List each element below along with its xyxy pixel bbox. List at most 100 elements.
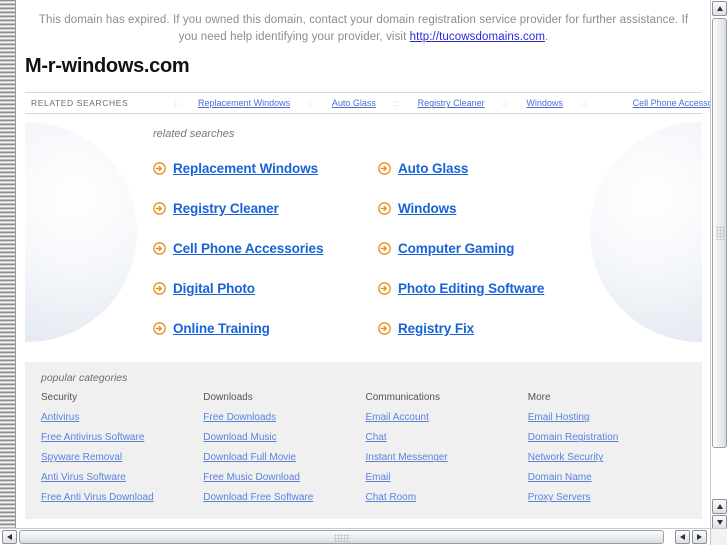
related-search-item[interactable]: Windows bbox=[378, 188, 702, 228]
related-search-link-online-training[interactable]: Online Training bbox=[173, 321, 270, 336]
related-search-item[interactable]: Photo Editing Software bbox=[378, 268, 702, 308]
category-link-free-downloads[interactable]: Free Downloads bbox=[201, 412, 363, 423]
arrow-circle-right-icon bbox=[378, 162, 391, 175]
arrow-circle-right-icon bbox=[378, 282, 391, 295]
related-search-item[interactable]: Digital Photo bbox=[153, 268, 378, 308]
scroll-up-arrow-icon bbox=[716, 504, 723, 509]
nav-link-registry-cleaner[interactable]: Registry Cleaner bbox=[418, 98, 485, 108]
related-search-link-registry-cleaner[interactable]: Registry Cleaner bbox=[173, 201, 279, 216]
related-search-item[interactable]: Registry Cleaner bbox=[153, 188, 378, 228]
scroll-left-arrow-icon bbox=[680, 534, 685, 540]
category-link-chat[interactable]: Chat bbox=[364, 432, 526, 443]
scrollbar-grip-icon bbox=[716, 226, 725, 240]
related-search-link-computer-gaming[interactable]: Computer Gaming bbox=[398, 241, 514, 256]
category-link-free-anti-virus-download[interactable]: Free Anti Virus Download bbox=[39, 492, 201, 503]
category-link-free-music-download[interactable]: Free Music Download bbox=[201, 472, 363, 483]
category-link-email-hosting[interactable]: Email Hosting bbox=[526, 412, 688, 423]
category-link-domain-name[interactable]: Domain Name bbox=[526, 472, 688, 483]
vertical-scrollbar-thumb[interactable] bbox=[712, 18, 727, 448]
related-searches-caption: related searches bbox=[153, 128, 235, 141]
category-link-domain-registration[interactable]: Domain Registration bbox=[526, 432, 688, 443]
related-searches-bar: RELATED SEARCHES :: Replacement Windows … bbox=[25, 92, 710, 115]
category-link-instant-messenger[interactable]: Instant Messenger bbox=[364, 452, 526, 463]
scroll-left-button[interactable] bbox=[2, 530, 17, 544]
page-content: This domain has expired. If you owned th… bbox=[17, 0, 710, 525]
page-viewport: This domain has expired. If you owned th… bbox=[17, 0, 710, 525]
scroll-up-button-lower[interactable] bbox=[712, 499, 727, 514]
category-heading: Communications bbox=[365, 392, 440, 404]
category-link-chat-room[interactable]: Chat Room bbox=[364, 492, 526, 503]
nav-link-replacement-windows[interactable]: Replacement Windows bbox=[198, 98, 290, 108]
nav-separator: :: bbox=[174, 98, 181, 109]
arrow-circle-right-icon bbox=[153, 282, 166, 295]
category-link-download-full-movie[interactable]: Download Full Movie bbox=[201, 452, 363, 463]
arrow-circle-right-icon bbox=[153, 322, 166, 335]
category-link-download-music[interactable]: Download Music bbox=[201, 432, 363, 443]
related-search-link-windows[interactable]: Windows bbox=[398, 201, 457, 216]
scroll-right-arrow-icon bbox=[697, 534, 702, 540]
popular-categories-caption: popular categories bbox=[41, 372, 128, 385]
related-searches-section: related searches Replacement Windows Aut… bbox=[25, 114, 702, 354]
arrow-circle-right-icon bbox=[378, 242, 391, 255]
related-search-link-registry-fix[interactable]: Registry Fix bbox=[398, 321, 474, 336]
category-heading: Security bbox=[41, 392, 78, 404]
related-searches-grid: Replacement Windows Auto Glass Registry … bbox=[153, 148, 702, 348]
popular-categories-grid: Security Antivirus Free Antivirus Softwa… bbox=[39, 392, 688, 503]
category-link-email[interactable]: Email bbox=[364, 472, 526, 483]
window-resize-corner[interactable] bbox=[710, 528, 727, 545]
nav-link-windows[interactable]: Windows bbox=[526, 98, 563, 108]
browser-window: This domain has expired. If you owned th… bbox=[0, 0, 727, 545]
related-search-item[interactable]: Registry Fix bbox=[378, 308, 702, 348]
left-edge-texture-strip bbox=[0, 0, 16, 531]
nav-link-auto-glass[interactable]: Auto Glass bbox=[332, 98, 376, 108]
notice-text-before: This domain has expired. If you owned th… bbox=[38, 14, 689, 43]
popular-categories-panel: popular categories Security Antivirus Fr… bbox=[25, 362, 702, 520]
vertical-scrollbar[interactable] bbox=[710, 0, 727, 531]
related-searches-label: RELATED SEARCHES bbox=[31, 98, 129, 109]
category-heading: Downloads bbox=[203, 392, 253, 404]
category-link-free-antivirus-software[interactable]: Free Antivirus Software bbox=[39, 432, 201, 443]
scroll-down-arrow-icon bbox=[716, 520, 723, 525]
category-link-spyware-removal[interactable]: Spyware Removal bbox=[39, 452, 201, 463]
related-search-link-replacement-windows[interactable]: Replacement Windows bbox=[173, 161, 318, 176]
scroll-up-arrow-icon bbox=[716, 6, 723, 11]
category-column-communications: Communications Email Account Chat Instan… bbox=[364, 392, 526, 503]
horizontal-scrollbar[interactable] bbox=[0, 528, 710, 545]
tucowsdomains-link[interactable]: http://tucowsdomains.com bbox=[410, 31, 545, 43]
horizontal-scrollbar-thumb[interactable] bbox=[19, 530, 664, 544]
related-search-link-auto-glass[interactable]: Auto Glass bbox=[398, 161, 468, 176]
domain-expired-notice: This domain has expired. If you owned th… bbox=[17, 0, 710, 45]
category-link-download-free-software[interactable]: Download Free Software bbox=[201, 492, 363, 503]
category-column-security: Security Antivirus Free Antivirus Softwa… bbox=[39, 392, 201, 503]
nav-separator: :: bbox=[580, 98, 587, 109]
related-search-item[interactable]: Auto Glass bbox=[378, 148, 702, 188]
category-column-downloads: Downloads Free Downloads Download Music … bbox=[201, 392, 363, 503]
arrow-circle-right-icon bbox=[378, 322, 391, 335]
category-column-more: More Email Hosting Domain Registration N… bbox=[526, 392, 688, 503]
related-search-link-cell-phone-accessories[interactable]: Cell Phone Accessories bbox=[173, 241, 323, 256]
page-title: M-r-windows.com bbox=[25, 55, 190, 78]
related-search-link-digital-photo[interactable]: Digital Photo bbox=[173, 281, 255, 296]
scroll-up-button[interactable] bbox=[712, 1, 727, 16]
arrow-circle-right-icon bbox=[378, 202, 391, 215]
category-link-proxy-servers[interactable]: Proxy Servers bbox=[526, 492, 688, 503]
related-search-item[interactable]: Replacement Windows bbox=[153, 148, 378, 188]
category-link-anti-virus-software[interactable]: Anti Virus Software bbox=[39, 472, 201, 483]
notice-text-after: . bbox=[545, 30, 549, 43]
scroll-right-button[interactable] bbox=[692, 530, 707, 544]
nav-separator: :: bbox=[308, 98, 314, 109]
category-link-antivirus[interactable]: Antivirus bbox=[39, 412, 201, 423]
nav-separator: :: bbox=[393, 98, 400, 109]
scroll-left-arrow-icon bbox=[7, 534, 12, 540]
category-link-email-account[interactable]: Email Account bbox=[364, 412, 526, 423]
related-search-item[interactable]: Cell Phone Accessories bbox=[153, 228, 378, 268]
related-search-link-photo-editing-software[interactable]: Photo Editing Software bbox=[398, 281, 544, 296]
scroll-left-button-paired[interactable] bbox=[675, 530, 690, 544]
category-heading: More bbox=[527, 392, 551, 404]
nav-separator: :: bbox=[502, 98, 509, 109]
category-link-network-security[interactable]: Network Security bbox=[526, 452, 688, 463]
nav-link-cell-phone-accessories[interactable]: Cell Phone Accessories bbox=[633, 98, 710, 108]
related-search-item[interactable]: Online Training bbox=[153, 308, 378, 348]
scrollbar-grip-icon bbox=[333, 534, 350, 542]
related-search-item[interactable]: Computer Gaming bbox=[378, 228, 702, 268]
